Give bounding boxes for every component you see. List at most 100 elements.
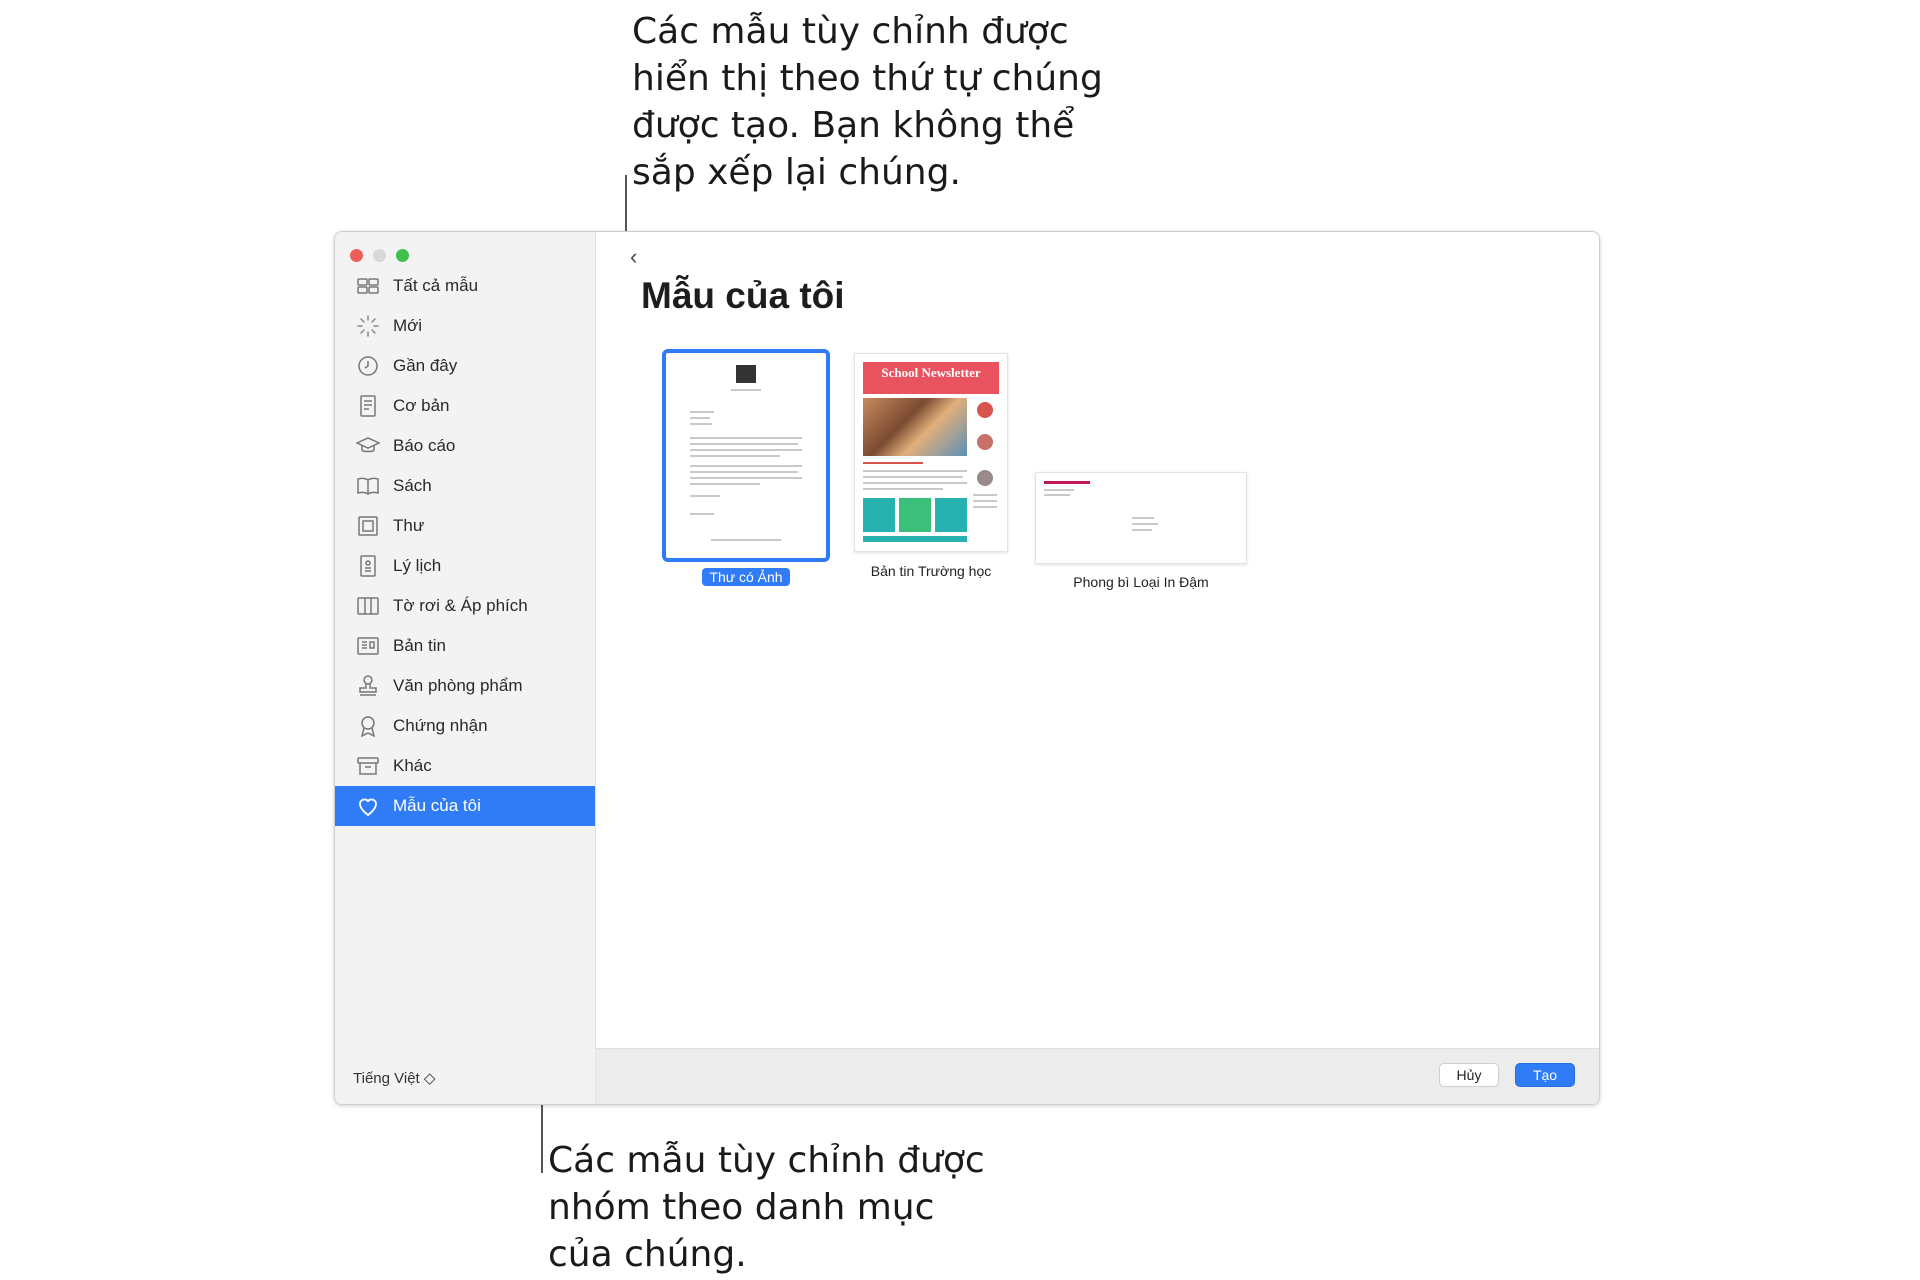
text-line — [690, 411, 714, 413]
sidebar-item-label: Mẫu của tôi — [393, 796, 481, 815]
sidebar-item-books[interactable]: Sách — [335, 466, 595, 506]
template-chooser-window: Tất cả mẫu Mới Gần đây Cơ bản Báo cáo Sá… — [334, 231, 1600, 1105]
sidebar-item-recent[interactable]: Gần đây — [335, 346, 595, 386]
sidebar-item-label: Thư — [393, 516, 425, 535]
template-label: Phong bì Loại In Đậm — [1073, 574, 1209, 590]
sidebar-item-basic[interactable]: Cơ bản — [335, 386, 595, 426]
text-line — [863, 482, 967, 484]
photo-placeholder — [736, 365, 756, 383]
text-line — [690, 455, 780, 457]
template-thumbnail — [1035, 472, 1247, 564]
sidebar-item-letters[interactable]: Thư — [335, 506, 595, 546]
template-photo-letter[interactable]: Thư có Ảnh — [661, 349, 831, 587]
letter-icon — [355, 513, 381, 539]
text-line — [711, 539, 781, 541]
sidebar-item-label: Sách — [393, 476, 432, 495]
template-school-newsletter[interactable]: School Newsletter Bản tin Trường học — [846, 353, 1016, 581]
text-line — [690, 483, 760, 485]
newsletter-side-dot — [977, 402, 993, 418]
newsletter-footer-band — [863, 536, 967, 542]
sidebar-item-flyers-posters[interactable]: Tờ rơi & Áp phích — [335, 586, 595, 626]
text-line — [863, 470, 967, 472]
template-thumbnail — [662, 349, 830, 562]
sidebar-item-other[interactable]: Khác — [335, 746, 595, 786]
template-label: Thư có Ảnh — [702, 568, 790, 586]
newsletter-header: School Newsletter — [863, 362, 999, 394]
language-selector[interactable]: Tiếng Việt ◇ — [353, 1069, 435, 1087]
back-button[interactable]: ‹ — [630, 246, 637, 268]
text-line — [973, 500, 997, 502]
text-line — [1132, 529, 1152, 531]
sidebar-item-label: Bản tin — [393, 636, 446, 655]
newsletter-tile — [863, 498, 895, 532]
text-line — [690, 449, 802, 451]
text-line — [973, 494, 997, 496]
book-icon — [355, 473, 381, 499]
archive-box-icon — [355, 753, 381, 779]
text-line — [690, 471, 798, 473]
stamp-icon — [355, 673, 381, 699]
resume-icon — [355, 553, 381, 579]
template-gallery: ‹ Mẫu của tôi Thư có Ảnh School Newslett… — [596, 232, 1599, 1104]
sidebar-item-label: Chứng nhận — [393, 716, 488, 735]
newsletter-tile — [935, 498, 967, 532]
template-label: Bản tin Trường học — [870, 563, 992, 579]
dialog-footer: Hủy Tạo — [596, 1048, 1599, 1104]
sidebar-item-my-templates[interactable]: Mẫu của tôi — [335, 786, 595, 826]
sidebar-item-label: Mới — [393, 316, 423, 335]
sidebar-item-label: Gần đây — [393, 356, 458, 375]
sidebar-item-label: Lý lịch — [393, 556, 442, 575]
newsletter-heading: School Newsletter — [881, 365, 981, 380]
newsletter-tile — [899, 498, 931, 532]
sidebar-item-label: Tất cả mẫu — [393, 276, 479, 295]
text-line — [731, 389, 761, 391]
text-line — [690, 513, 714, 515]
sidebar-item-all-templates[interactable]: Tất cả mẫu — [335, 266, 595, 306]
template-bold-envelope[interactable]: Phong bì Loại In Đậm — [1031, 472, 1251, 592]
grid-icon — [355, 273, 381, 299]
text-line — [1132, 517, 1154, 519]
sidebar-item-newsletters[interactable]: Bản tin — [335, 626, 595, 666]
text-line — [973, 506, 997, 508]
graduation-cap-icon — [355, 433, 381, 459]
close-window-button[interactable] — [350, 249, 363, 262]
text-line — [863, 476, 963, 478]
page-title: Mẫu của tôi — [641, 275, 845, 316]
text-line — [690, 443, 798, 445]
zoom-window-button[interactable] — [396, 249, 409, 262]
sidebar-item-certificates[interactable]: Chứng nhận — [335, 706, 595, 746]
text-line — [1132, 523, 1158, 525]
minimize-window-button[interactable] — [373, 249, 386, 262]
clock-icon — [355, 353, 381, 379]
sidebar-item-reports[interactable]: Báo cáo — [335, 426, 595, 466]
sidebar-item-new[interactable]: Mới — [335, 306, 595, 346]
callout-top-text: Các mẫu tùy chỉnh được hiển thị theo thứ… — [632, 11, 1103, 193]
sidebar: Tất cả mẫu Mới Gần đây Cơ bản Báo cáo Sá… — [335, 232, 596, 1104]
sidebar-item-label: Báo cáo — [393, 436, 456, 455]
cancel-button[interactable]: Hủy — [1439, 1063, 1499, 1087]
sidebar-item-label: Khác — [393, 756, 432, 775]
sender-name-line — [1044, 481, 1090, 484]
text-line — [1044, 489, 1074, 491]
sidebar-item-label: Văn phòng phẩm — [393, 676, 523, 695]
ribbon-icon — [355, 713, 381, 739]
text-line — [690, 437, 802, 439]
category-list: Tất cả mẫu Mới Gần đây Cơ bản Báo cáo Sá… — [335, 266, 595, 826]
flyer-icon — [355, 593, 381, 619]
sidebar-item-resumes[interactable]: Lý lịch — [335, 546, 595, 586]
newsletter-photo — [863, 398, 967, 456]
sidebar-item-label: Cơ bản — [393, 396, 450, 415]
callout-bottom-text: Các mẫu tùy chỉnh được nhóm theo danh mụ… — [548, 1140, 985, 1275]
text-line — [690, 477, 802, 479]
newsletter-icon — [355, 633, 381, 659]
template-thumbnail: School Newsletter — [854, 353, 1008, 552]
sidebar-item-stationery[interactable]: Văn phòng phẩm — [335, 666, 595, 706]
text-line — [863, 462, 923, 464]
text-line — [863, 488, 943, 490]
text-line — [1044, 494, 1070, 496]
sidebar-item-label: Tờ rơi & Áp phích — [393, 596, 528, 615]
create-button[interactable]: Tạo — [1515, 1063, 1575, 1087]
text-line — [690, 495, 720, 497]
document-icon — [355, 393, 381, 419]
text-line — [690, 417, 710, 419]
